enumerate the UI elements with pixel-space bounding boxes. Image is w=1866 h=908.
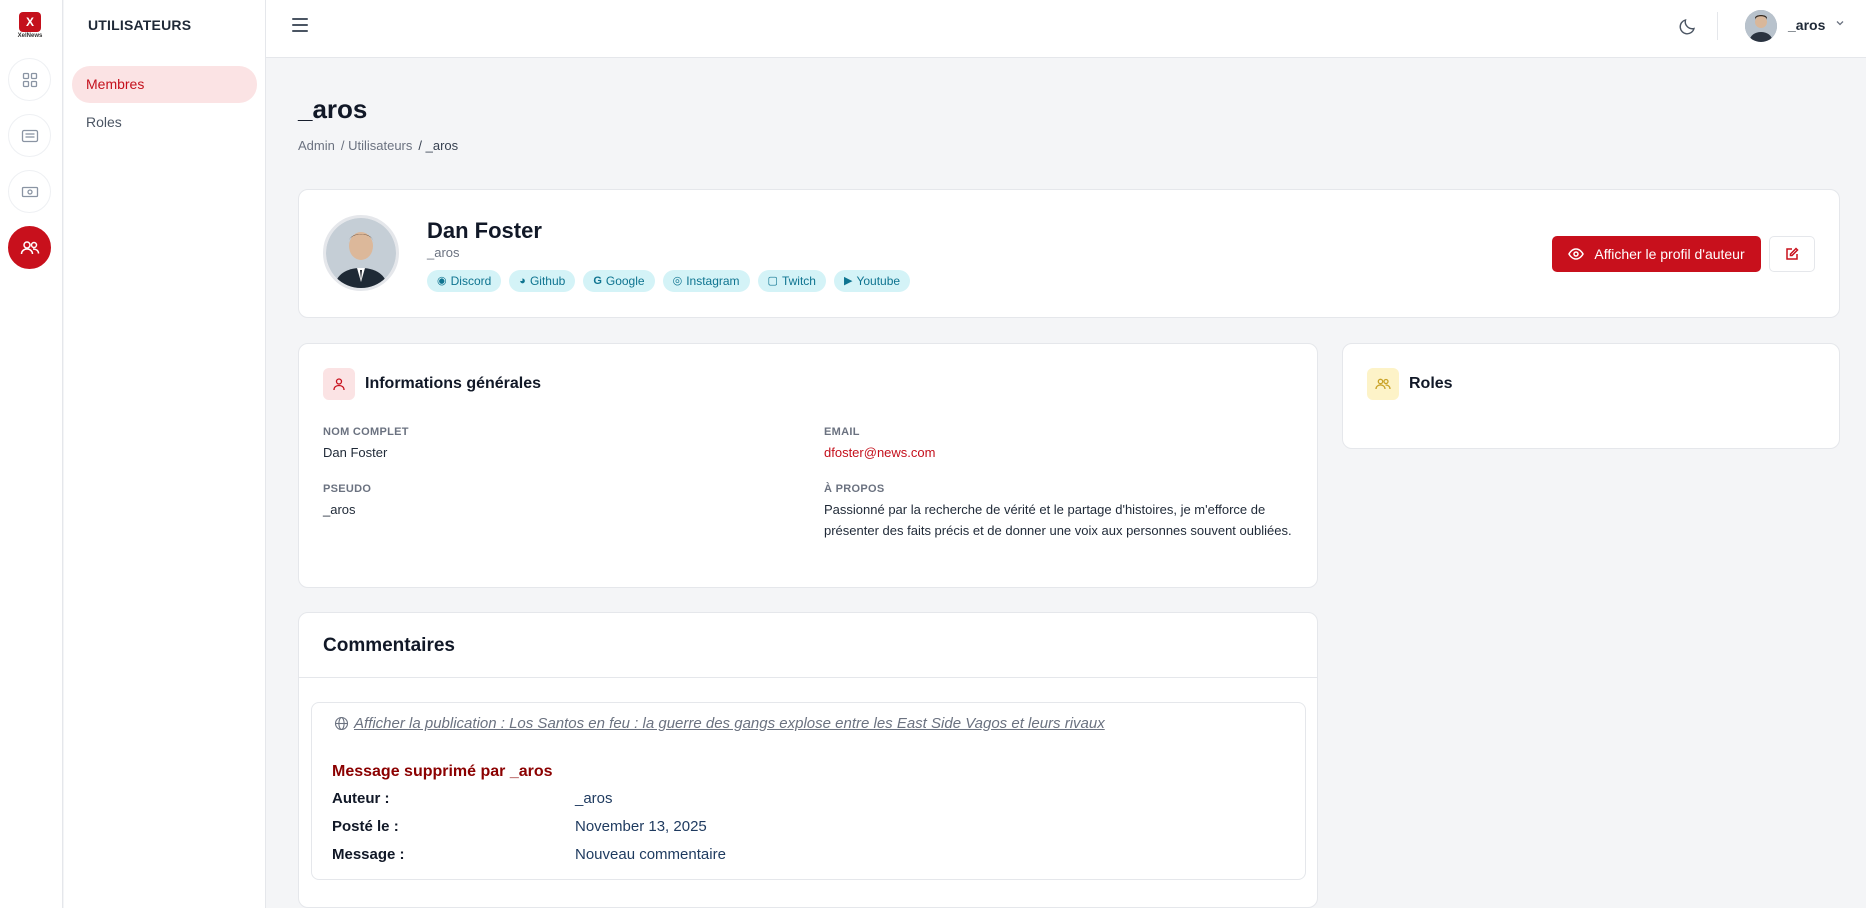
general-info-title: Informations générales	[365, 375, 542, 392]
general-info-card: Informations générales NOM COMPLET Dan F…	[298, 343, 1318, 588]
breadcrumb-current: / _aros	[418, 138, 459, 153]
grid-icon	[22, 72, 37, 87]
social-links: ◉ Discord ◕ Github G Google ◎ Instagram ▢ Twi…	[427, 270, 911, 292]
user-name[interactable]: _aros	[1788, 17, 1825, 33]
users-group-icon	[1367, 368, 1399, 400]
email-link[interactable]: dfoster@news.com	[824, 442, 935, 463]
chevron-down-icon[interactable]	[1835, 18, 1845, 28]
roles-title: Roles	[1409, 375, 1453, 392]
github-icon: ◕	[519, 275, 526, 287]
pseudo-field: PSEUDO _aros	[323, 483, 372, 517]
profile-avatar	[323, 215, 399, 291]
page-title: _aros	[298, 94, 368, 124]
app-logo[interactable]: X XelNews	[14, 12, 46, 42]
discord-icon: ◉	[437, 275, 447, 287]
finance-nav-button[interactable]	[8, 170, 51, 213]
moon-icon[interactable]	[1678, 16, 1698, 36]
social-github[interactable]: ◕ Github	[509, 270, 576, 292]
publication-link[interactable]: Afficher la publication : Los Santos en …	[334, 715, 1105, 732]
twitch-icon: ▢	[767, 275, 778, 287]
subnav-title: UTILISATEURS	[88, 17, 192, 33]
users-nav-button[interactable]	[8, 226, 51, 269]
comment-author-row: Auteur : _aros	[332, 790, 613, 807]
youtube-icon: ▶	[843, 275, 853, 287]
email-field: EMAIL dfoster@news.com	[824, 426, 935, 463]
google-icon: G	[593, 275, 602, 287]
breadcrumb: Admin / Utilisateurs / _aros	[298, 138, 458, 153]
user-avatar[interactable]	[1745, 10, 1777, 42]
comment-message-row: Message : Nouveau commentaire	[332, 846, 726, 863]
articles-nav-button[interactable]	[8, 114, 51, 157]
money-icon	[21, 186, 38, 197]
view-author-profile-button[interactable]: Afficher le profil d'auteur	[1552, 236, 1761, 272]
subnav-item-roles[interactable]: Roles	[72, 104, 257, 141]
comment-date-row: Posté le : November 13, 2025	[332, 818, 707, 835]
dashboard-nav-button[interactable]	[8, 58, 51, 101]
profile-card: Dan Foster _aros ◉ Discord ◕ Github G Googl…	[298, 189, 1840, 318]
topbar-divider	[1717, 12, 1718, 40]
eye-icon	[1568, 248, 1585, 260]
profile-name: Dan Foster	[427, 218, 542, 243]
users-subnav: UTILISATEURS Membres Roles	[64, 0, 266, 908]
deleted-notice: Message supprimé par _aros	[332, 763, 553, 780]
social-google[interactable]: G Google	[583, 270, 655, 292]
comment-item: Afficher la publication : Los Santos en …	[311, 702, 1306, 880]
instagram-icon: ◎	[672, 275, 683, 287]
topbar: _aros	[266, 0, 1866, 58]
about-field: À PROPOS Passionné par la recherche de v…	[824, 483, 1292, 538]
comments-card: Commentaires Afficher la publication : L…	[298, 612, 1318, 908]
newspaper-icon	[21, 129, 38, 142]
social-discord[interactable]: ◉ Discord	[427, 270, 502, 292]
breadcrumb-admin[interactable]: Admin	[298, 138, 335, 153]
edit-icon	[1786, 247, 1799, 260]
full-name-field: NOM COMPLET Dan Foster	[323, 426, 409, 460]
globe-icon	[334, 716, 349, 731]
users-icon	[20, 240, 39, 254]
menu-toggle-icon[interactable]	[292, 18, 308, 34]
profile-handle: _aros	[427, 245, 460, 260]
social-youtube[interactable]: ▶ Youtube	[833, 270, 911, 292]
user-icon	[323, 368, 355, 400]
comments-title: Commentaires	[299, 613, 1317, 678]
social-twitch[interactable]: ▢ Twitch	[757, 270, 826, 292]
edit-user-button[interactable]	[1769, 236, 1815, 272]
breadcrumb-utilisateurs[interactable]: / Utilisateurs	[341, 138, 413, 153]
roles-card: Roles	[1342, 343, 1840, 449]
subnav-item-membres[interactable]: Membres	[72, 66, 257, 103]
social-instagram[interactable]: ◎ Instagram	[662, 270, 750, 292]
icon-rail: X XelNews	[0, 0, 63, 908]
